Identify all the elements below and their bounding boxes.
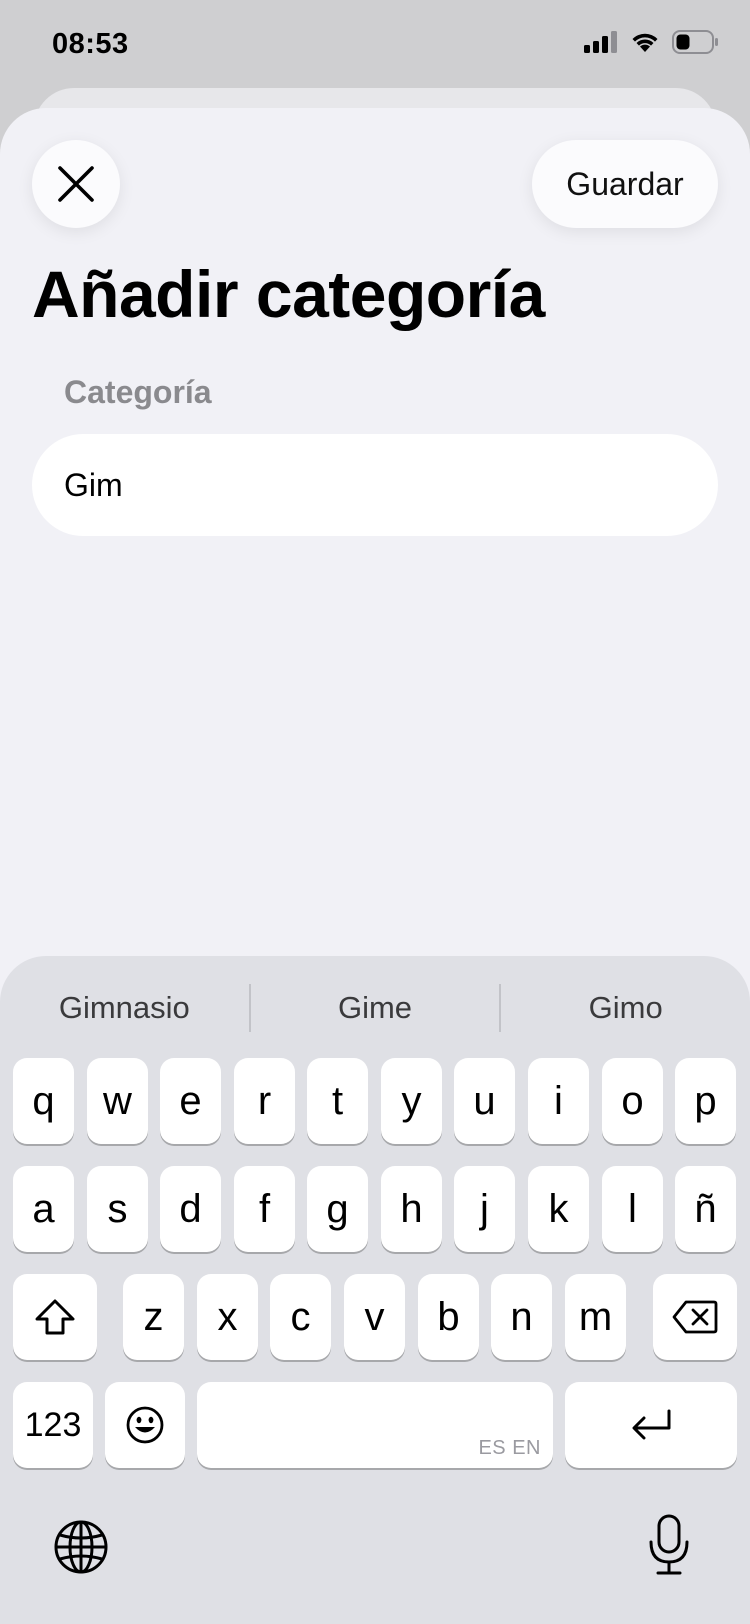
key-x[interactable]: x bbox=[197, 1274, 258, 1360]
microphone-button[interactable] bbox=[640, 1512, 698, 1578]
backspace-key[interactable] bbox=[653, 1274, 737, 1360]
space-key[interactable]: ES EN bbox=[197, 1382, 553, 1468]
save-button[interactable]: Guardar bbox=[532, 140, 718, 228]
globe-icon bbox=[54, 1520, 108, 1574]
keyboard: Gimnasio Gime Gimo q w e r t y u i o p a… bbox=[0, 956, 750, 1624]
key-l[interactable]: l bbox=[602, 1166, 663, 1252]
key-n[interactable]: n bbox=[491, 1274, 552, 1360]
space-language-label: ES EN bbox=[478, 1437, 541, 1459]
key-h[interactable]: h bbox=[381, 1166, 442, 1252]
emoji-icon bbox=[126, 1406, 164, 1444]
page-title: Añadir categoría bbox=[32, 257, 545, 331]
key-w[interactable]: w bbox=[87, 1058, 148, 1144]
close-button[interactable] bbox=[32, 140, 120, 228]
key-s[interactable]: s bbox=[87, 1166, 148, 1252]
key-z[interactable]: z bbox=[123, 1274, 184, 1360]
key-f[interactable]: f bbox=[234, 1166, 295, 1252]
key-c[interactable]: c bbox=[270, 1274, 331, 1360]
suggestion-3[interactable]: Gimo bbox=[501, 980, 750, 1036]
category-field-label: Categoría bbox=[64, 374, 212, 410]
key-d[interactable]: d bbox=[160, 1166, 221, 1252]
suggestion-2[interactable]: Gime bbox=[251, 980, 500, 1036]
key-m[interactable]: m bbox=[565, 1274, 626, 1360]
numbers-key[interactable]: 123 bbox=[13, 1382, 93, 1468]
shift-icon bbox=[35, 1299, 75, 1335]
key-b[interactable]: b bbox=[418, 1274, 479, 1360]
status-icons bbox=[584, 30, 720, 54]
key-p[interactable]: p bbox=[675, 1058, 736, 1144]
status-time: 08:53 bbox=[52, 28, 129, 60]
key-t[interactable]: t bbox=[307, 1058, 368, 1144]
microphone-icon bbox=[649, 1514, 689, 1575]
key-i[interactable]: i bbox=[528, 1058, 589, 1144]
key-j[interactable]: j bbox=[454, 1166, 515, 1252]
key-a[interactable]: a bbox=[13, 1166, 74, 1252]
signal-icon bbox=[584, 31, 617, 53]
key-o[interactable]: o bbox=[602, 1058, 663, 1144]
key-q[interactable]: q bbox=[13, 1058, 74, 1144]
close-icon bbox=[58, 166, 94, 202]
key-v[interactable]: v bbox=[344, 1274, 405, 1360]
key-n-tilde[interactable]: ñ bbox=[675, 1166, 736, 1252]
key-g[interactable]: g bbox=[307, 1166, 368, 1252]
key-y[interactable]: y bbox=[381, 1058, 442, 1144]
shift-key[interactable] bbox=[13, 1274, 97, 1360]
backspace-icon bbox=[672, 1300, 718, 1334]
return-icon bbox=[632, 1409, 671, 1440]
category-input[interactable]: Gim bbox=[32, 434, 718, 536]
battery-icon bbox=[672, 30, 718, 54]
return-key[interactable] bbox=[565, 1382, 737, 1468]
key-e[interactable]: e bbox=[160, 1058, 221, 1144]
category-input-value: Gim bbox=[64, 466, 123, 503]
key-r[interactable]: r bbox=[234, 1058, 295, 1144]
wifi-icon bbox=[632, 33, 658, 52]
emoji-key[interactable] bbox=[105, 1382, 185, 1468]
status-bar: 08:53 bbox=[0, 0, 750, 90]
suggestion-bar: Gimnasio Gime Gimo bbox=[0, 980, 750, 1036]
key-k[interactable]: k bbox=[528, 1166, 589, 1252]
globe-button[interactable] bbox=[52, 1518, 110, 1576]
suggestion-1[interactable]: Gimnasio bbox=[0, 980, 249, 1036]
key-u[interactable]: u bbox=[454, 1058, 515, 1144]
